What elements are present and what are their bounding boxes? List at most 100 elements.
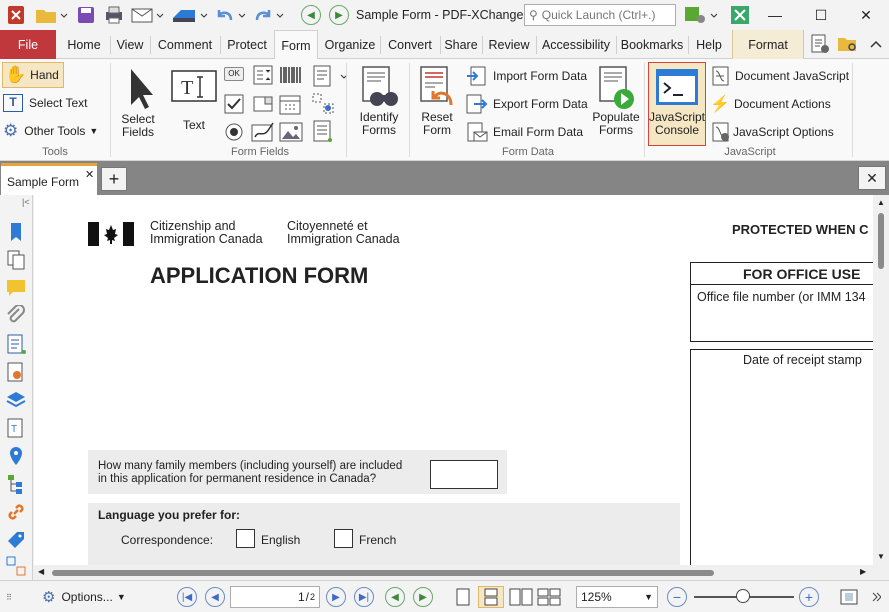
combobox-field-icon[interactable] [253, 94, 273, 114]
forward-icon[interactable]: ▶ [328, 4, 350, 26]
menu-form[interactable]: Form [274, 30, 318, 60]
print-icon[interactable] [102, 4, 126, 26]
menu-file[interactable]: File [0, 30, 56, 59]
zoom-slider-thumb[interactable] [736, 589, 750, 603]
zoom-in-button[interactable]: + [798, 586, 820, 608]
listbox-field-icon[interactable] [253, 65, 273, 85]
scroll-up-icon[interactable]: ▲ [877, 198, 885, 207]
email-icon[interactable] [130, 4, 166, 26]
create-field-dropdown[interactable] [311, 65, 349, 89]
options-button[interactable]: ⚙ Options... ▼ [42, 586, 140, 608]
import-form-data-button[interactable]: Import Form Data [466, 64, 590, 88]
english-checkbox[interactable] [236, 529, 255, 548]
first-page-button[interactable]: |◀ [176, 586, 198, 608]
properties-icon[interactable] [808, 33, 832, 55]
close-tab-icon[interactable]: ✕ [85, 168, 94, 181]
scroll-down-icon[interactable]: ▼ [877, 552, 885, 561]
menu-home[interactable]: Home [60, 30, 108, 59]
history-back-button[interactable]: ◀ [384, 586, 406, 608]
populate-forms-button[interactable]: Populate Forms [590, 65, 642, 145]
close-document-button[interactable]: ✕ [858, 166, 886, 190]
signature-field-icon[interactable] [251, 121, 275, 143]
email-form-data-button[interactable]: Email Form Data [466, 120, 590, 144]
layers-icon[interactable] [5, 389, 27, 411]
field-properties-icon[interactable] [311, 120, 335, 144]
horizontal-scroll-thumb[interactable] [52, 570, 714, 576]
document-javascript-button[interactable]: Document JavaScript [710, 64, 850, 88]
organizer-icon[interactable] [5, 555, 27, 577]
back-icon[interactable]: ◀ [300, 4, 322, 26]
button-field-button[interactable]: OK [224, 67, 244, 81]
zoom-out-button[interactable]: − [666, 586, 688, 608]
signatures-icon[interactable] [5, 361, 27, 383]
javascript-options-button[interactable]: JavaScript Options [710, 120, 850, 144]
vertical-scrollbar[interactable]: ▲ ▼ [873, 195, 889, 565]
redo-icon[interactable] [252, 4, 288, 26]
collapse-ribbon-icon[interactable] [866, 33, 886, 55]
select-text-button[interactable]: T Select Text [3, 91, 107, 115]
links-icon[interactable] [5, 501, 27, 523]
next-page-button[interactable]: ▶ [325, 586, 347, 608]
page-number-input[interactable]: 1 / 2 [230, 586, 320, 608]
document-actions-button[interactable]: ⚡ Document Actions [710, 92, 850, 116]
comments-icon[interactable] [5, 277, 27, 299]
destinations-icon[interactable] [5, 445, 27, 467]
bookmarks-icon[interactable] [5, 221, 27, 243]
javascript-console-button[interactable]: JavaScript Console [648, 62, 706, 146]
menu-share[interactable]: Share [442, 30, 480, 59]
structure-icon[interactable] [5, 473, 27, 495]
hand-tool-button[interactable]: ✋ Hand [2, 62, 64, 88]
menu-bookmarks[interactable]: Bookmarks [618, 30, 686, 59]
export-form-data-button[interactable]: Export Form Data [466, 92, 590, 116]
text-field-button[interactable]: T Text [168, 67, 220, 143]
facing-view-icon[interactable] [508, 586, 534, 608]
scroll-left-icon[interactable]: ◀ [38, 567, 44, 576]
minimize-button[interactable]: — [752, 0, 798, 30]
customize-icon[interactable] [682, 4, 722, 26]
status-more-icon[interactable] [866, 586, 886, 608]
maximize-button[interactable]: ☐ [798, 0, 844, 30]
menu-organize[interactable]: Organize [322, 30, 378, 59]
horizontal-scrollbar[interactable]: ◀ ▶ [34, 565, 873, 580]
pages-icon[interactable] [5, 249, 27, 271]
menu-review[interactable]: Review [484, 30, 534, 59]
tab-order-icon[interactable] [311, 92, 335, 116]
folder-search-icon[interactable] [836, 33, 860, 55]
menu-help[interactable]: Help [690, 30, 728, 59]
select-fields-button[interactable]: Select Fields [114, 63, 162, 143]
menu-protect[interactable]: Protect [222, 30, 272, 59]
history-forward-button[interactable]: ▶ [412, 586, 434, 608]
image-field-icon[interactable] [279, 121, 303, 143]
prev-page-button[interactable]: ◀ [204, 586, 226, 608]
quick-launch-search[interactable]: ⚲ Quick Launch (Ctrl+.) [524, 4, 676, 26]
menu-format[interactable]: Format [732, 30, 804, 59]
attachments-icon[interactable] [5, 304, 27, 327]
tab-sample-form[interactable]: Sample Form ✕ [1, 163, 97, 195]
menu-accessibility[interactable]: Accessibility [538, 30, 614, 59]
vertical-scroll-thumb[interactable] [878, 213, 884, 269]
reset-form-button[interactable]: Reset Form [412, 65, 462, 145]
close-window-button[interactable]: ✕ [843, 0, 889, 30]
radio-button-field-icon[interactable] [224, 122, 244, 142]
date-field-icon[interactable] [279, 93, 301, 115]
other-tools-button[interactable]: ⚙ Other Tools ▼ [3, 119, 107, 143]
document-view[interactable]: Citizenship and Immigration Canada Citoy… [34, 195, 873, 565]
tags-icon[interactable] [5, 529, 27, 551]
fullscreen-icon[interactable] [728, 4, 752, 26]
menu-comment[interactable]: Comment [152, 30, 218, 59]
family-members-input[interactable] [430, 460, 498, 489]
scan-icon[interactable] [170, 4, 210, 26]
content-icon[interactable]: T [5, 417, 27, 439]
save-icon[interactable] [74, 4, 98, 26]
identify-forms-button[interactable]: Identify Forms [352, 65, 406, 145]
collapse-panel-icon[interactable]: |< [22, 197, 30, 207]
menu-view[interactable]: View [112, 30, 148, 59]
barcode-field-icon[interactable] [279, 66, 303, 84]
new-tab-button[interactable]: + [101, 167, 127, 191]
checkbox-field-icon[interactable] [224, 94, 244, 114]
last-page-button[interactable]: ▶| [353, 586, 375, 608]
zoom-select[interactable]: 125% ▼ [576, 586, 658, 608]
fields-panel-icon[interactable] [5, 333, 27, 355]
scroll-right-icon[interactable]: ▶ [860, 567, 866, 576]
french-checkbox[interactable] [334, 529, 353, 548]
